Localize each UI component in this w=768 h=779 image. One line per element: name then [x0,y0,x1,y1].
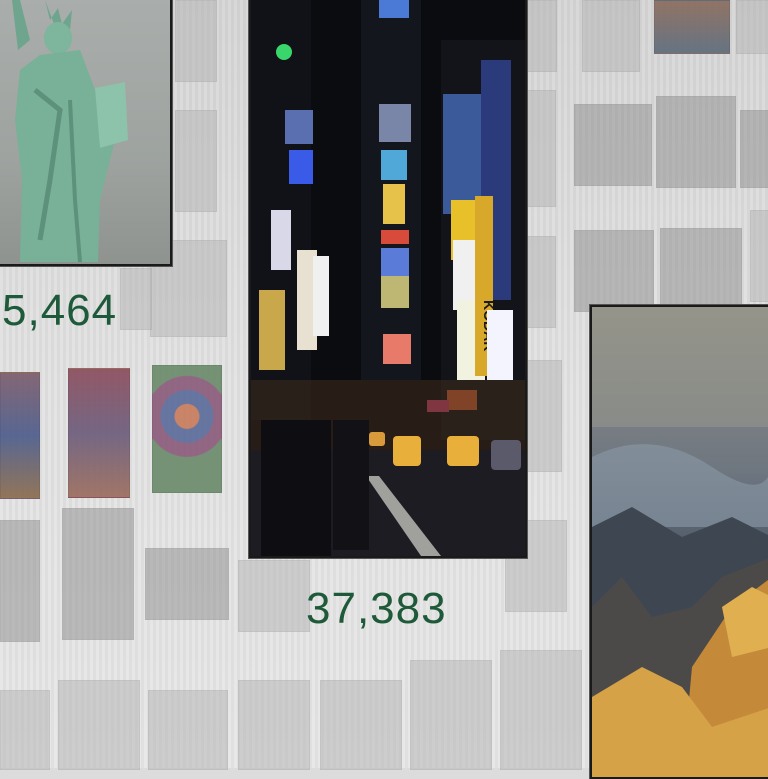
thumbnail [238,560,310,632]
thumbnail [145,548,229,620]
center-count: 37,383 [306,584,447,633]
left-count: 5,464 [2,286,118,335]
ruins-thumbnail [656,96,736,188]
thumbnail [175,0,217,82]
thumbnail [736,0,768,54]
thumbnail [750,210,768,302]
times-square-photo: KODAK [249,0,527,558]
thumbnail [62,508,134,640]
thumbnail [320,680,402,770]
thumbnail [0,690,50,770]
thumbnail [148,690,228,770]
thumbnail [0,520,40,642]
rose-window-thumbnail [152,365,222,493]
thumbnail [175,110,217,212]
grand-canyon-photo [590,305,768,779]
cathedral-thumbnail [574,104,652,186]
thumbnail [740,110,768,188]
thumbnail [120,268,152,330]
canyon-illustration [592,307,768,777]
thumbnail [582,0,640,72]
thumbnail [238,680,310,770]
thumbnail [58,680,140,770]
stained-glass-thumbnail [0,372,40,499]
thumbnail [410,660,492,770]
statue-of-liberty-photo [0,0,172,266]
thumbnail [574,230,654,312]
stained-glass-thumbnail [68,368,130,498]
thumbnail [660,228,742,310]
times-square-illustration: KODAK [251,0,525,556]
thumbnail [654,0,730,54]
statue-illustration [12,0,128,263]
thumbnail [500,650,582,770]
